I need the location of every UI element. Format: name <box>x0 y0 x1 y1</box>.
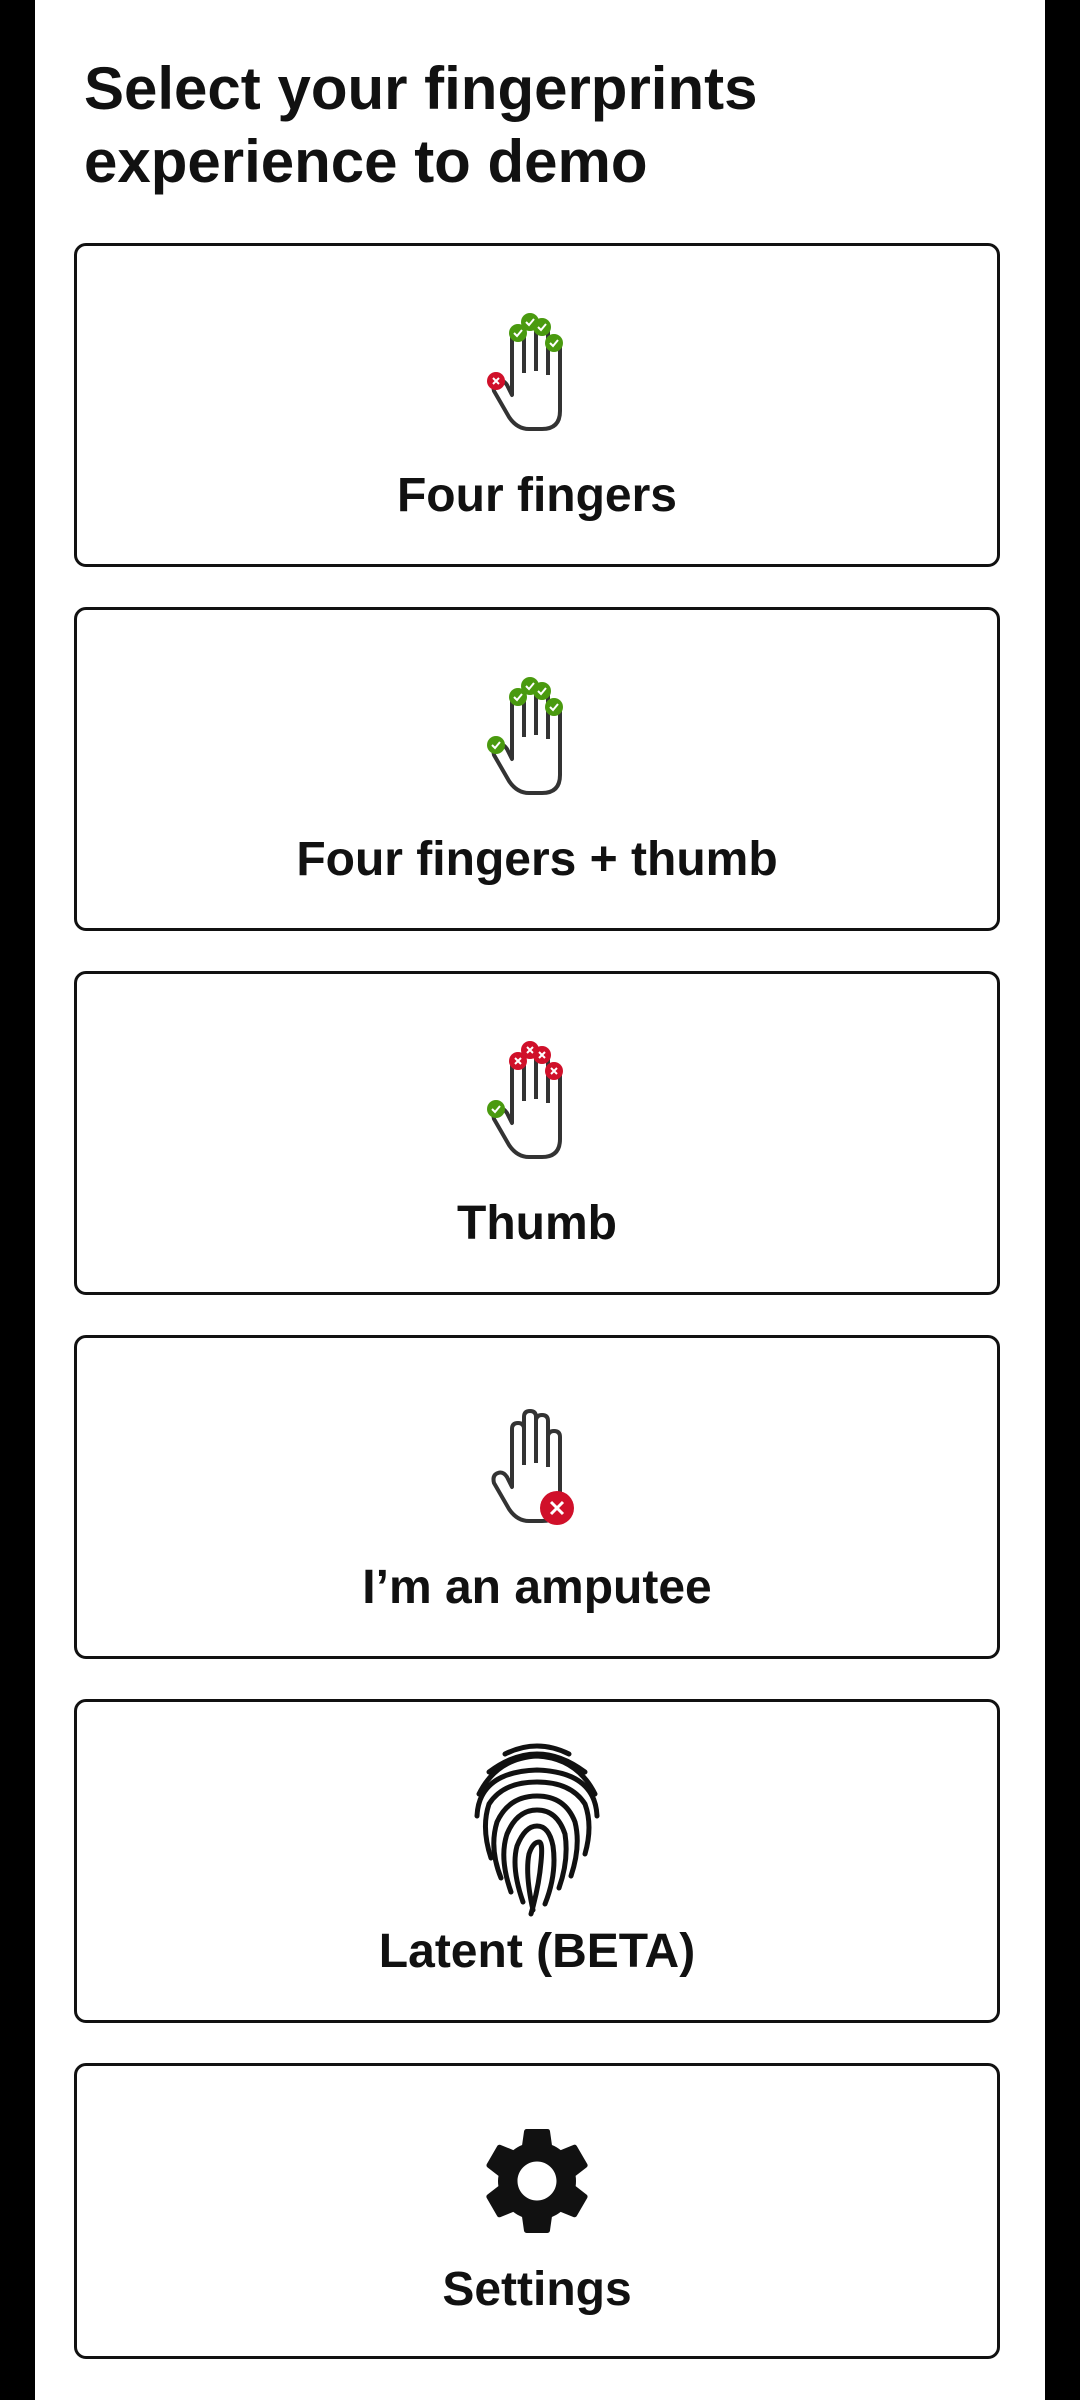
option-label: Thumb <box>457 1197 617 1250</box>
hand-amputee-icon <box>491 1409 574 1525</box>
option-label: Four fingers <box>396 469 677 522</box>
option-four-fingers-button[interactable]: Four fingers <box>74 243 1000 567</box>
option-label: Four fingers + thumb <box>296 833 778 886</box>
option-label: Settings <box>442 2263 632 2316</box>
gear-icon <box>486 2129 588 2233</box>
hand-four-fingers-icon <box>487 313 563 431</box>
screen: Select your fingerprints experience to d… <box>35 0 1045 2400</box>
title-line-2: experience to demo <box>84 128 648 195</box>
title-line-1: Select your fingerprints <box>84 55 758 122</box>
option-label: Latent (BETA) <box>378 1925 696 1978</box>
option-thumb-button[interactable]: Thumb <box>74 971 1000 1295</box>
hand-thumb-icon <box>487 1041 563 1159</box>
hand-four-fingers-thumb-icon <box>487 677 563 795</box>
option-label: I’m an amputee <box>362 1561 712 1614</box>
page-title: Select your fingerprints experience to d… <box>84 52 984 198</box>
option-latent-button[interactable]: Latent (BETA) <box>74 1699 1000 2023</box>
option-settings-button[interactable]: Settings <box>74 2063 1000 2359</box>
option-amputee-button[interactable]: I’m an amputee <box>74 1335 1000 1659</box>
fingerprint-icon <box>474 1743 600 1917</box>
option-four-fingers-thumb-button[interactable]: Four fingers + thumb <box>74 607 1000 931</box>
